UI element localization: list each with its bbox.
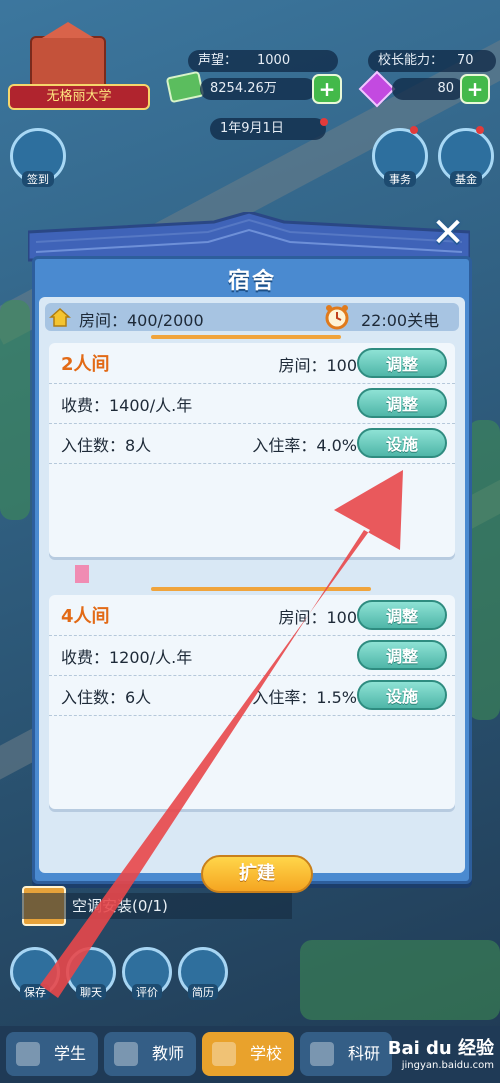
expand-button[interactable]: 扩建 bbox=[201, 855, 313, 893]
tab-school[interactable]: 学校 bbox=[202, 1032, 294, 1076]
save-button[interactable]: 保存 bbox=[10, 947, 60, 1000]
power-off-time: 22:00关电 bbox=[361, 311, 440, 330]
grass-patch bbox=[0, 300, 30, 520]
baidu-watermark: Bai du 经验 jingyan.baidu.com bbox=[387, 1038, 494, 1071]
review-button[interactable]: 评价 bbox=[122, 947, 172, 1000]
dialog-content: 房间：400/2000 22:00关电 2人间 房间：100 调整 收费：140… bbox=[39, 297, 465, 893]
divider bbox=[151, 335, 341, 339]
teacher-icon bbox=[114, 1042, 138, 1066]
school-name[interactable]: 无格丽大学 bbox=[8, 84, 150, 110]
add-gems-button[interactable]: + bbox=[460, 74, 490, 104]
fund-notification-dot bbox=[476, 126, 484, 134]
dorm-rooms: 房间：100 bbox=[278, 356, 357, 375]
grass-patch bbox=[468, 420, 500, 720]
facility-button[interactable]: 设施 bbox=[357, 680, 447, 710]
dorm-fee: 收费：1400/人.年 bbox=[61, 396, 193, 415]
tab-research[interactable]: 科研 bbox=[300, 1032, 392, 1076]
close-icon[interactable]: ✕ bbox=[428, 213, 468, 254]
school-building-icon[interactable] bbox=[30, 22, 106, 90]
affairs-button[interactable]: 事务 bbox=[372, 128, 428, 187]
money-stat: 8254.26万 bbox=[200, 78, 316, 100]
adjust-rooms-button[interactable]: 调整 bbox=[357, 348, 447, 378]
grass-patch bbox=[300, 940, 500, 1020]
dorm-row-rooms: 4人间 房间：100 调整 bbox=[49, 595, 455, 636]
game-date: 1年9月1日 bbox=[210, 118, 326, 140]
house-icon bbox=[49, 307, 71, 327]
dorm-row-fee: 收费：1200/人.年 调整 bbox=[49, 635, 455, 676]
dorm-row-fee: 收费：1400/人.年 调整 bbox=[49, 383, 455, 424]
dorm-row-rooms: 2人间 房间：100 调整 bbox=[49, 343, 455, 384]
dorm-fee: 收费：1200/人.年 bbox=[61, 648, 193, 667]
divider bbox=[151, 587, 371, 591]
dorm-rooms: 房间：100 bbox=[278, 608, 357, 627]
adjust-fee-button[interactable]: 调整 bbox=[357, 640, 447, 670]
research-icon bbox=[310, 1042, 334, 1066]
tab-students[interactable]: 学生 bbox=[6, 1032, 98, 1076]
total-rooms: 房间：400/2000 bbox=[79, 311, 204, 330]
dialog-roof bbox=[28, 212, 470, 262]
facility-button[interactable]: 设施 bbox=[357, 428, 447, 458]
notification-dot bbox=[320, 118, 328, 126]
dorm-card-2p: 2人间 房间：100 调整 收费：1400/人.年 调整 入住数：8人 入住率：… bbox=[49, 343, 455, 557]
dialog-title: 宿舍 bbox=[227, 269, 276, 294]
dorm-occupants: 入住数：8人 bbox=[61, 436, 152, 455]
dorm-occupants: 入住数：6人 bbox=[61, 688, 152, 707]
dorm-summary-bar: 房间：400/2000 22:00关电 bbox=[45, 303, 459, 331]
dorm-row-occupancy: 入住数：8人 入住率：4.0% 设施 bbox=[49, 423, 455, 464]
principal-stat: 校长能力： 70 bbox=[368, 50, 496, 72]
checkin-button[interactable]: 签到 bbox=[10, 128, 66, 187]
gem-icon bbox=[358, 70, 396, 108]
student-icon bbox=[16, 1042, 40, 1066]
adjust-fee-button[interactable]: 调整 bbox=[357, 388, 447, 418]
dormitory-dialog: 宿舍 房间：400/2000 22:00关电 2人间 房间：100 调整 收费：… bbox=[28, 212, 472, 893]
bookmark-tag bbox=[75, 565, 89, 583]
fund-button[interactable]: 基金 bbox=[438, 128, 494, 187]
task-progress[interactable]: 空调安装(0/1) bbox=[22, 893, 292, 919]
adjust-rooms-button[interactable]: 调整 bbox=[357, 600, 447, 630]
dorm-type: 4人间 bbox=[61, 606, 110, 627]
alarm-clock-icon bbox=[325, 305, 349, 330]
chat-button[interactable]: 聊天 bbox=[66, 947, 116, 1000]
school-icon bbox=[212, 1042, 236, 1066]
reputation-stat: 声望： 1000 bbox=[188, 50, 338, 72]
tab-teachers[interactable]: 教师 bbox=[104, 1032, 196, 1076]
gems-stat: 80 bbox=[392, 78, 464, 100]
add-money-button[interactable]: + bbox=[312, 74, 342, 104]
resume-button[interactable]: 简历 bbox=[178, 947, 228, 1000]
dorm-row-occupancy: 入住数：6人 入住率：1.5% 设施 bbox=[49, 675, 455, 716]
money-icon bbox=[165, 70, 205, 104]
dorm-occupancy-rate: 入住率：1.5% bbox=[252, 688, 357, 707]
affairs-notification-dot bbox=[410, 126, 418, 134]
dialog-body: 宿舍 房间：400/2000 22:00关电 2人间 房间：100 调整 收费：… bbox=[32, 256, 472, 893]
dorm-occupancy-rate: 入住率：4.0% bbox=[252, 436, 357, 455]
dorm-card-4p: 4人间 房间：100 调整 收费：1200/人.年 调整 入住数：6人 入住率：… bbox=[49, 595, 455, 809]
dorm-type: 2人间 bbox=[61, 354, 110, 375]
hud: 无格丽大学 声望： 1000 校长能力： 70 8254.26万 + 80 + 1年… bbox=[0, 0, 500, 150]
